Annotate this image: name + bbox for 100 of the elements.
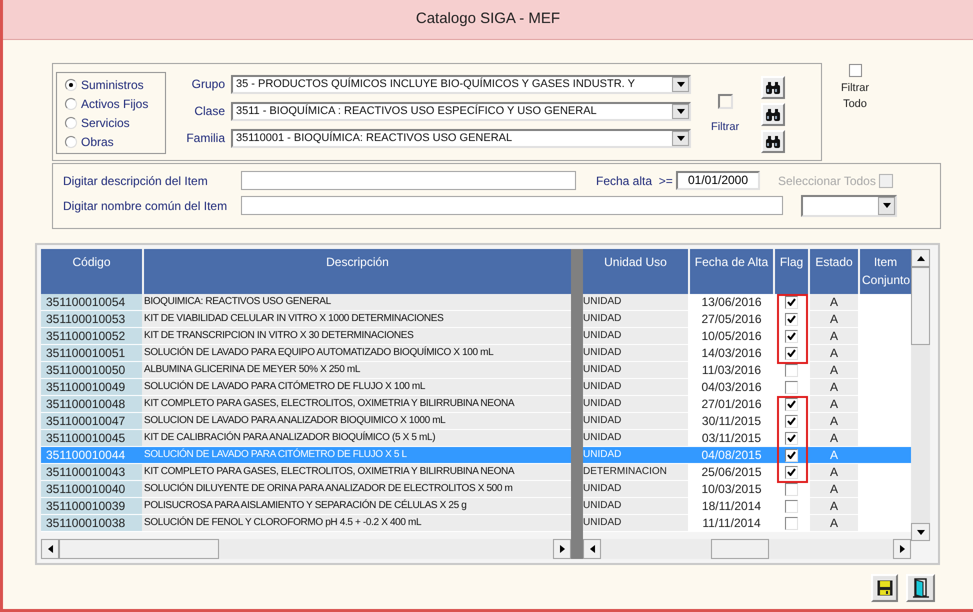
table-row[interactable]: UNIDAD 10/03/2015 A xyxy=(583,481,911,498)
column-header[interactable]: Flag xyxy=(775,249,808,294)
table-row[interactable]: DETERMINACION 25/06/2015 A xyxy=(583,464,911,481)
common-name-label: Digitar nombre común del Item xyxy=(63,198,228,214)
table-row[interactable]: 351100010050 ALBUMINA GLICERINA DE MEYER 50% X 250 mL xyxy=(41,362,571,379)
table-row[interactable]: UNIDAD 27/05/2016 A xyxy=(583,311,911,328)
arrow-up-icon xyxy=(916,256,924,260)
arrow-right-icon xyxy=(560,545,564,553)
search-button[interactable] xyxy=(761,76,786,99)
checkbox[interactable] xyxy=(785,414,798,428)
checkbox[interactable] xyxy=(785,364,798,376)
table-row[interactable]: UNIDAD 30/11/2015 A xyxy=(583,413,911,430)
table-row[interactable]: UNIDAD 10/05/2016 A xyxy=(583,328,911,345)
checkbox[interactable] xyxy=(848,64,862,77)
column-header[interactable]: Unidad Uso xyxy=(583,249,688,294)
search-button[interactable] xyxy=(761,103,786,126)
checkbox[interactable] xyxy=(718,94,733,109)
scroll-left-button[interactable] xyxy=(41,539,59,559)
date-cell-text: 30/11/2015 xyxy=(700,413,762,429)
checkbox[interactable] xyxy=(785,312,798,326)
checkbox[interactable] xyxy=(785,346,798,360)
code-cell: 351100010040 xyxy=(41,481,142,497)
unit-cell: UNIDAD xyxy=(583,498,688,514)
status-cell: A xyxy=(810,362,858,378)
exit-button[interactable] xyxy=(906,574,935,602)
status-cell: A xyxy=(810,430,858,446)
dropdown[interactable]: 3511 - BIOQUÍMICA : REACTIVOS USO ESPECÍFICO Y USO GENERAL xyxy=(231,102,691,120)
table-row[interactable]: UNIDAD 03/11/2015 A xyxy=(583,430,911,447)
column-header[interactable]: Fecha de Alta xyxy=(690,249,773,294)
description-field[interactable] xyxy=(241,171,576,190)
door-icon xyxy=(912,578,930,598)
scroll-right-button[interactable] xyxy=(553,539,571,559)
checkbox[interactable] xyxy=(785,432,798,444)
status-cell: A xyxy=(810,379,858,395)
radio-button[interactable] xyxy=(65,79,77,91)
column-header[interactable]: Código xyxy=(41,249,142,294)
table-row[interactable]: 351100010039 POLISUCROSA PARA AISLAMIENTO Y SEPARACIÓN DE CÉLULAS X 25 g xyxy=(41,498,571,515)
dropdown[interactable]: 35 - PRODUCTOS QUÍMICOS INCLUYE BIO-QUÍMICOS Y GASES INDUSTR. Y xyxy=(231,74,691,94)
code-cell: 351100010047 xyxy=(41,413,142,429)
table-row[interactable]: UNIDAD 13/06/2016 A xyxy=(583,294,911,311)
scroll-down-button[interactable] xyxy=(911,523,930,541)
scroll-up-button[interactable] xyxy=(911,249,930,267)
scrollbar-thumb[interactable] xyxy=(711,539,769,559)
table-row[interactable]: 351100010052 KIT DE TRANSCRIPCION IN VITRO X 30 DETERMINACIONES xyxy=(41,328,571,345)
scroll-left-button[interactable] xyxy=(583,539,601,559)
table-row[interactable]: 351100010045 KIT DE CALIBRACIÓN PARA ANALIZADOR BIOQUÍMICO (5 X 5 mL) xyxy=(41,430,571,447)
table-row[interactable]: 351100010038 SOLUCIÓN DE FENOL Y CLOROFORMO pH 4.5 + -0.2 X 400 mL xyxy=(41,515,571,532)
status-cell: A xyxy=(810,345,858,361)
scroll-right-button[interactable] xyxy=(893,539,911,559)
dropdown[interactable] xyxy=(801,194,897,216)
checkbox[interactable] xyxy=(785,482,798,496)
table-row[interactable]: 351100010048 KIT COMPLETO PARA GASES, ELECTROLITOS, OXIMETRIA Y BILIRRUBINA NEONA xyxy=(41,396,571,413)
checkbox[interactable] xyxy=(785,296,798,308)
radio-button[interactable] xyxy=(65,136,77,148)
checkbox[interactable] xyxy=(785,500,798,512)
table-row[interactable]: UNIDAD 27/01/2016 A xyxy=(583,396,911,413)
checkbox[interactable] xyxy=(785,330,798,342)
table-row[interactable]: 351100010049 SOLUCIÓN DE LAVADO PARA CITÓMETRO DE FLUJO X 100 mL xyxy=(41,379,571,396)
filter-label: Grupo xyxy=(190,76,226,93)
checkbox[interactable] xyxy=(785,380,798,394)
table-row[interactable]: UNIDAD 04/03/2016 A xyxy=(583,379,911,396)
description-cell-text: POLISUCROSA PARA AISLAMIENTO Y SEPARACIÓN DE CÉLULAS X 25 g xyxy=(144,498,468,513)
checkbox[interactable] xyxy=(785,466,798,478)
radio-button[interactable] xyxy=(65,98,77,110)
status-cell: A xyxy=(810,413,858,429)
arrow-left-icon xyxy=(48,545,52,553)
table-row[interactable]: 351100010043 KIT COMPLETO PARA GASES, ELECTROLITOS, OXIMETRIA Y BILIRRUBINA NEONA xyxy=(41,464,571,481)
table-row[interactable]: 351100010053 KIT DE VIABILIDAD CELULAR IN VITRO X 1000 DETERMINACIONES xyxy=(41,311,571,328)
checkbox[interactable] xyxy=(785,398,798,410)
search-button[interactable] xyxy=(761,130,786,153)
scrollbar-thumb[interactable] xyxy=(59,539,219,559)
unit-cell: UNIDAD xyxy=(583,481,688,497)
status-cell: A xyxy=(810,464,858,480)
save-button[interactable] xyxy=(871,574,898,602)
table-row[interactable]: 351100010047 SOLUCION DE LAVADO PARA ANALIZADOR BIOQUIMICO X 1000 mL xyxy=(41,413,571,430)
description-cell-text: SOLUCION DE LAVADO PARA ANALIZADOR BIOQUIMICO X 1000 mL xyxy=(144,414,446,428)
scrollbar-thumb[interactable] xyxy=(911,267,930,345)
table-row[interactable]: 351100010051 SOLUCIÓN DE LAVADO PARA EQUIPO AUTOMATIZADO BIOQUÍMICO X 100 mL xyxy=(41,345,571,362)
date-cell-text: 25/06/2015 xyxy=(700,464,763,480)
checkbox[interactable] xyxy=(785,516,798,530)
dropdown[interactable]: 35110001 - BIOQUÍMICA: REACTIVOS USO GENERAL xyxy=(231,128,691,148)
status-cell: A xyxy=(810,294,858,310)
table-row[interactable]: 351100010040 SOLUCIÓN DILUYENTE DE ORINA PARA ANALIZADOR DE ELECTROLITOS X 500 m xyxy=(41,481,571,498)
column-header[interactable]: Estado xyxy=(810,249,858,294)
unit-cell: UNIDAD xyxy=(583,328,688,344)
table-row[interactable]: UNIDAD 18/11/2014 A xyxy=(583,498,911,515)
code-cell: 351100010053 xyxy=(41,311,142,327)
common-name-field[interactable] xyxy=(241,196,783,215)
column-header[interactable]: Item Conjunto xyxy=(860,249,911,294)
table-row[interactable]: UNIDAD 11/03/2016 A xyxy=(583,362,911,379)
arrow-right-icon xyxy=(900,545,904,553)
radio-button[interactable] xyxy=(65,117,77,129)
code-cell: 351100010045 xyxy=(41,430,142,446)
column-header[interactable]: Descripción xyxy=(144,249,571,294)
status-cell: A xyxy=(810,328,858,344)
table-row[interactable]: 351100010054 BIOQUIMICA: REACTIVOS USO GENERAL xyxy=(41,294,571,311)
date-field[interactable]: 01/01/2000 xyxy=(676,171,760,190)
checkbox[interactable] xyxy=(785,448,798,462)
table-row[interactable]: UNIDAD 11/11/2014 A xyxy=(583,515,911,532)
table-row[interactable]: UNIDAD 14/03/2016 A xyxy=(583,345,911,362)
